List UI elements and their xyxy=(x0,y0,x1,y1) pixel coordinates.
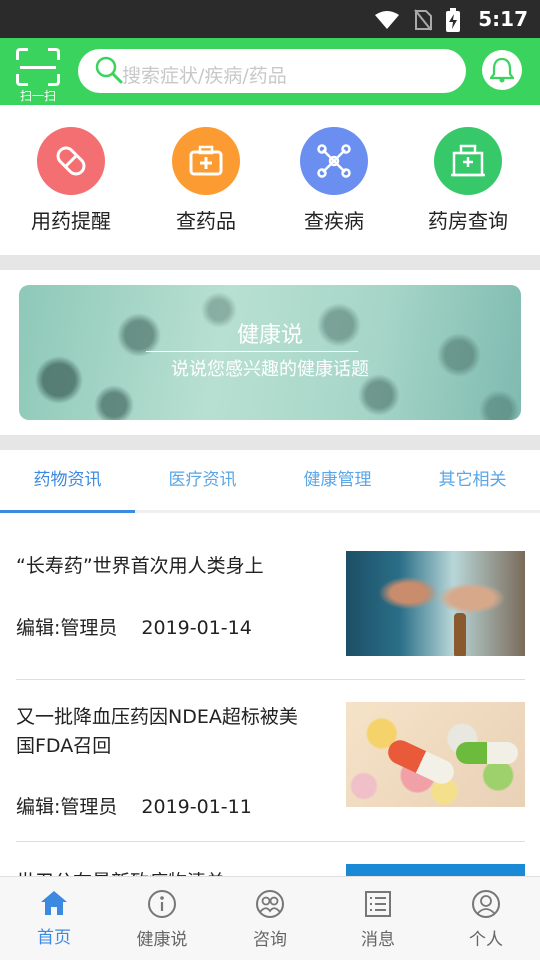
banner-subtitle: 说说您感兴趣的健康话题 xyxy=(171,359,369,380)
message-list-icon xyxy=(365,891,391,917)
clock: 5:17 xyxy=(478,7,528,31)
news-title: 世卫公布最新致癌物清单 xyxy=(16,868,316,876)
news-thumbnail xyxy=(346,551,525,656)
search-icon xyxy=(95,56,123,84)
list-item[interactable]: 世卫公布最新致癌物清单 xyxy=(16,864,525,876)
battery-charging-icon xyxy=(446,8,460,32)
nav-messages[interactable]: 消息 xyxy=(324,877,432,960)
tab-other[interactable]: 其它相关 xyxy=(405,450,540,510)
news-thumbnail xyxy=(346,864,525,876)
menu-label: 查药品 xyxy=(176,209,236,233)
banner-title: 健康说 xyxy=(236,323,303,348)
list-item[interactable]: “长寿药”世界首次用人类身上 编辑:管理员 2019-01-14 xyxy=(16,551,525,656)
news-title: 又一批降血压药因NDEA超标被美国FDA召回 xyxy=(16,706,298,757)
scan-label: 扫一扫 xyxy=(19,89,56,103)
consult-icon xyxy=(256,890,284,918)
pharmacy-icon xyxy=(434,127,502,195)
search-input[interactable]: 搜索症状/疾病/药品 xyxy=(78,49,466,93)
scan-button[interactable]: 扫一扫 xyxy=(14,48,62,103)
menu-label: 查疾病 xyxy=(304,209,364,233)
news-title: “长寿药”世界首次用人类身上 xyxy=(16,555,264,577)
menu-search-disease[interactable]: 查疾病 xyxy=(274,127,394,234)
tab-active-indicator xyxy=(0,510,135,513)
banner-rule xyxy=(146,351,358,352)
section-divider xyxy=(0,255,540,270)
menu-medication-reminder[interactable]: 用药提醒 xyxy=(11,127,131,234)
wifi-icon xyxy=(375,11,399,29)
list-item[interactable]: 又一批降血压药因NDEA超标被美国FDA召回 编辑:管理员 2019-01-11 xyxy=(16,702,525,818)
menu-label: 药房查询 xyxy=(428,209,508,233)
tab-medical-news[interactable]: 医疗资讯 xyxy=(135,450,270,510)
no-sim-icon xyxy=(414,9,432,31)
nav-label: 健康说 xyxy=(136,930,188,950)
news-thumbnail xyxy=(346,702,525,807)
tab-health-management[interactable]: 健康管理 xyxy=(270,450,405,510)
medicine-box-icon xyxy=(172,127,240,195)
list-divider xyxy=(16,679,525,680)
nav-profile[interactable]: 个人 xyxy=(432,877,540,960)
bottom-navigation: 首页 健康说 咨询 消息 个人 xyxy=(0,876,540,960)
news-meta: 编辑:管理员 2019-01-11 xyxy=(16,792,252,819)
bell-icon xyxy=(490,57,514,83)
pill-icon xyxy=(37,127,105,195)
news-date: 2019-01-14 xyxy=(141,617,252,639)
news-meta: 编辑:管理员 2019-01-14 xyxy=(16,613,252,640)
scan-icon xyxy=(16,48,60,86)
tab-drug-news[interactable]: 药物资讯 xyxy=(0,450,135,510)
section-divider xyxy=(0,435,540,450)
news-editor: 编辑:管理员 xyxy=(16,796,118,818)
news-tabs: 药物资讯 医疗资讯 健康管理 其它相关 xyxy=(0,450,540,513)
menu-pharmacy-search[interactable]: 药房查询 xyxy=(408,127,528,234)
status-bar: 5:17 xyxy=(0,0,540,38)
nav-label: 咨询 xyxy=(253,930,287,950)
nav-label: 消息 xyxy=(361,930,395,950)
menu-label: 用药提醒 xyxy=(31,209,111,233)
list-divider xyxy=(16,841,525,842)
molecule-icon xyxy=(300,127,368,195)
info-icon xyxy=(148,890,176,918)
app-header: 扫一扫 搜索症状/疾病/药品 xyxy=(0,38,540,105)
news-date: 2019-01-11 xyxy=(141,796,252,818)
notification-button[interactable] xyxy=(482,50,522,90)
nav-health-talk[interactable]: 健康说 xyxy=(108,877,216,960)
news-list: “长寿药”世界首次用人类身上 编辑:管理员 2019-01-14 又一批降血压药因… xyxy=(0,516,540,876)
status-icons xyxy=(374,8,460,32)
quick-menu: 用药提醒 查药品 查疾病 药房查询 xyxy=(0,105,540,255)
search-placeholder: 搜索症状/疾病/药品 xyxy=(122,65,287,87)
nav-consult[interactable]: 咨询 xyxy=(216,877,324,960)
menu-search-medicine[interactable]: 查药品 xyxy=(146,127,266,234)
news-editor: 编辑:管理员 xyxy=(16,617,118,639)
health-talk-banner[interactable]: 健康说 说说您感兴趣的健康话题 xyxy=(19,285,521,420)
nav-label: 首页 xyxy=(37,928,71,948)
home-icon xyxy=(41,891,67,915)
nav-label: 个人 xyxy=(469,930,503,950)
nav-home[interactable]: 首页 xyxy=(0,877,108,960)
person-icon xyxy=(472,890,500,918)
